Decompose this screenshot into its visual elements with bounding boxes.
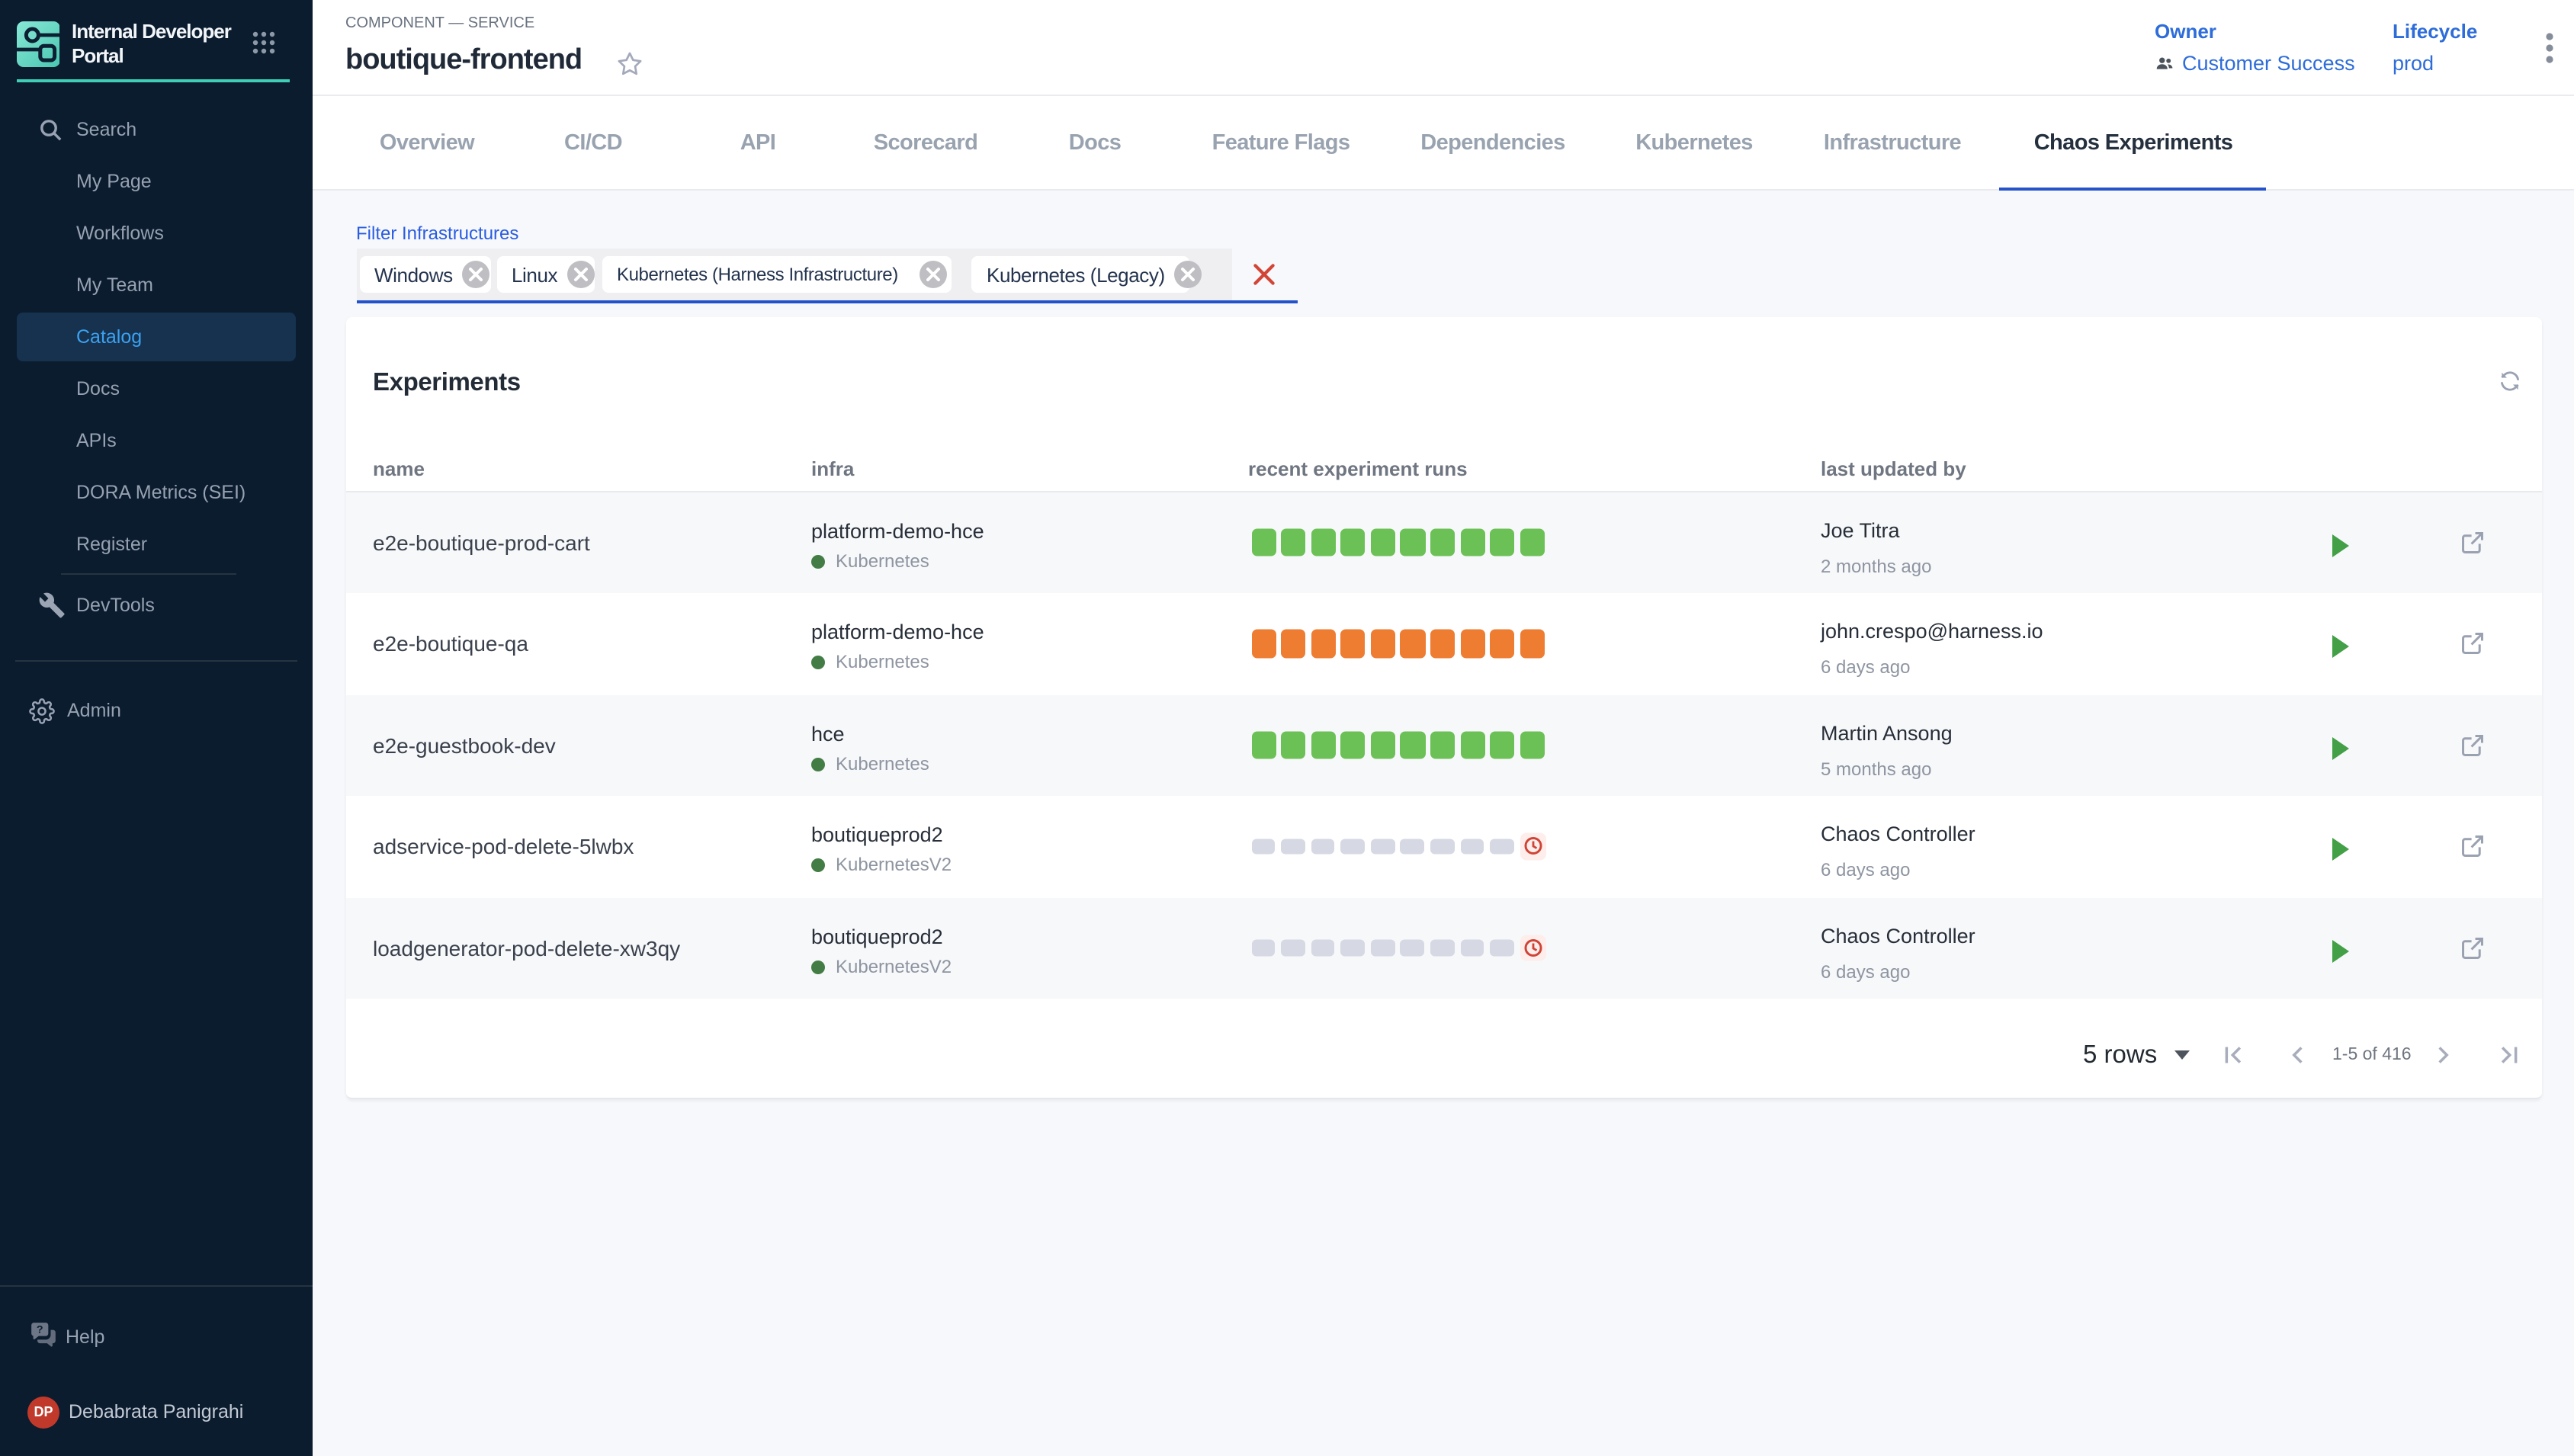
svg-text:?: ? (37, 1324, 43, 1336)
